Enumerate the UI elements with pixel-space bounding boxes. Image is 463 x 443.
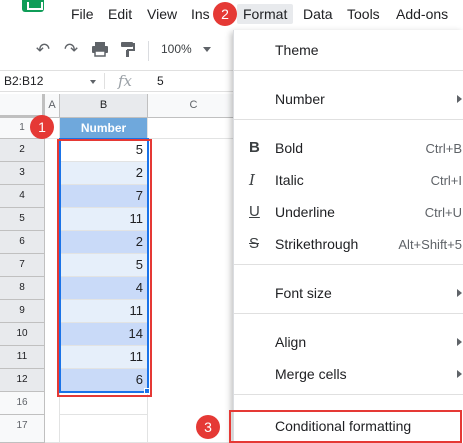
row-header-16[interactable]: 16 xyxy=(0,392,45,415)
chevron-down-icon[interactable] xyxy=(203,47,211,52)
menu-item-underline[interactable]: U Underline Ctrl+U xyxy=(234,200,463,224)
shortcut-label: Ctrl+I xyxy=(430,173,462,188)
fill-handle[interactable] xyxy=(144,388,150,394)
format-menu-dropdown: Theme Number B Bold Ctrl+B I Italic Ctrl… xyxy=(229,30,463,443)
menu-item-italic[interactable]: I Italic Ctrl+I xyxy=(234,168,463,192)
submenu-arrow-icon xyxy=(457,370,462,378)
menu-insert[interactable]: Ins xyxy=(191,6,210,22)
strikethrough-icon: S xyxy=(249,235,260,252)
name-box[interactable]: B2:B12 xyxy=(4,74,43,88)
menu-item-label: Underline xyxy=(275,204,335,220)
row-header-8[interactable]: 8 xyxy=(0,277,45,300)
toolbar-divider xyxy=(148,41,149,61)
submenu-arrow-icon xyxy=(457,95,462,103)
header-cell-number[interactable]: Number xyxy=(60,118,148,139)
step-badge-1: 1 xyxy=(30,115,54,139)
row-header-17[interactable]: 17 xyxy=(0,415,45,443)
menu-item-bold[interactable]: B Bold Ctrl+B xyxy=(234,136,463,160)
row-header-4[interactable]: 4 xyxy=(0,185,45,208)
redo-icon[interactable]: ↷ xyxy=(61,40,81,60)
menu-item-label: Bold xyxy=(275,140,304,156)
menu-item-label: Italic xyxy=(275,172,304,188)
column-header-a[interactable]: A xyxy=(45,94,60,118)
formula-input[interactable]: 5 xyxy=(157,74,164,88)
menu-item-label: Merge cells xyxy=(275,366,347,382)
menu-add-ons[interactable]: Add-ons xyxy=(396,6,448,22)
row-header-12[interactable]: 12 xyxy=(0,369,45,392)
chevron-down-icon[interactable] xyxy=(90,80,96,84)
column-header-c[interactable]: C xyxy=(148,94,240,118)
shortcut-label: Alt+Shift+5 xyxy=(398,237,462,252)
column-header-b[interactable]: B xyxy=(60,94,148,118)
spreadsheet-grid: A B C 1 2 3 4 5 6 7 8 9 10 11 12 16 17 N… xyxy=(0,94,240,443)
underline-icon: U xyxy=(249,203,260,220)
row-header-5[interactable]: 5 xyxy=(0,208,45,231)
conditional-formatting-highlight-box xyxy=(229,410,462,443)
menu-divider xyxy=(234,313,463,314)
menu-item-font-size[interactable]: Font size xyxy=(234,281,463,305)
row-header-2[interactable]: 2 xyxy=(0,139,45,162)
menu-view[interactable]: View xyxy=(147,6,177,22)
menu-item-label: Font size xyxy=(275,285,332,301)
zoom-select[interactable]: 100% xyxy=(161,42,192,56)
menu-format[interactable]: Format xyxy=(237,4,294,24)
menu-item-merge-cells[interactable]: Merge cells xyxy=(234,362,463,386)
bold-icon: B xyxy=(249,139,260,156)
formula-divider xyxy=(104,73,105,89)
menu-divider xyxy=(234,394,463,395)
submenu-arrow-icon xyxy=(457,289,462,297)
menu-item-align[interactable]: Align xyxy=(234,330,463,354)
undo-icon[interactable]: ↶ xyxy=(33,40,53,60)
menu-data[interactable]: Data xyxy=(303,6,333,22)
shortcut-label: Ctrl+U xyxy=(424,205,462,220)
row-header-7[interactable]: 7 xyxy=(0,254,45,277)
menu-item-label: Number xyxy=(275,91,325,107)
row-header-9[interactable]: 9 xyxy=(0,300,45,323)
menu-item-number[interactable]: Number xyxy=(234,87,463,111)
fx-icon: fx xyxy=(118,72,133,90)
menu-divider xyxy=(234,119,463,120)
print-icon[interactable] xyxy=(90,40,110,60)
step-badge-2: 2 xyxy=(213,2,237,26)
menu-divider xyxy=(234,70,463,71)
sheets-logo-icon[interactable] xyxy=(22,0,44,12)
menu-item-label: Align xyxy=(275,334,307,350)
step-badge-3: 3 xyxy=(196,415,220,439)
paint-format-icon[interactable] xyxy=(118,40,138,60)
menu-edit[interactable]: Edit xyxy=(108,6,132,22)
row-header-11[interactable]: 11 xyxy=(0,346,45,369)
submenu-arrow-icon xyxy=(457,338,462,346)
menu-item-theme[interactable]: Theme xyxy=(234,38,463,62)
row-header-3[interactable]: 3 xyxy=(0,162,45,185)
menu-item-label: Strikethrough xyxy=(275,236,359,252)
table-cell[interactable] xyxy=(148,118,240,139)
row-header-6[interactable]: 6 xyxy=(0,231,45,254)
selection-highlight-box xyxy=(57,139,152,397)
row-header-10[interactable]: 10 xyxy=(0,323,45,346)
cell-c-column[interactable] xyxy=(148,139,240,443)
menu-divider xyxy=(234,264,463,265)
table-cell[interactable] xyxy=(60,415,148,443)
menu-file[interactable]: File xyxy=(71,6,94,22)
menu-tools[interactable]: Tools xyxy=(347,6,380,22)
shortcut-label: Ctrl+B xyxy=(425,141,462,156)
menu-item-label: Theme xyxy=(275,42,319,58)
italic-icon: I xyxy=(249,171,255,189)
menu-item-strikethrough[interactable]: S Strikethrough Alt+Shift+5 xyxy=(234,232,463,256)
